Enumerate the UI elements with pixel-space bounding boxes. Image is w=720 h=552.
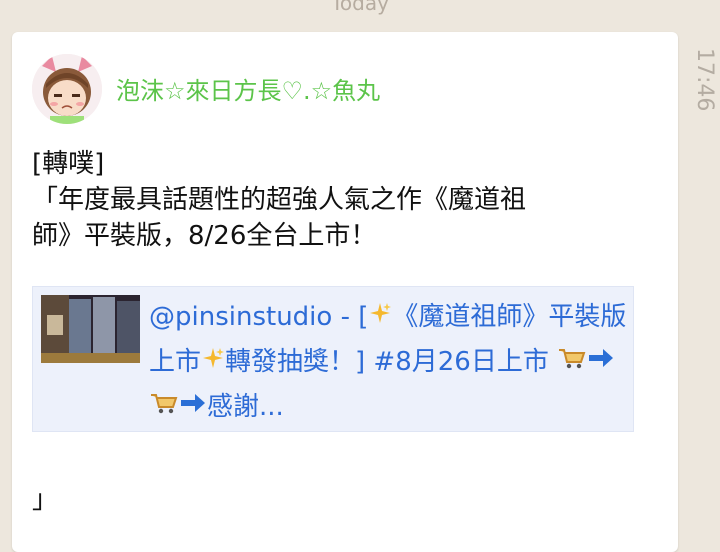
link-more[interactable]: 感謝... xyxy=(207,392,284,422)
avatar[interactable] xyxy=(32,54,102,124)
link-subtitle[interactable]: 轉發抽獎！] #8月26日上市 xyxy=(225,347,557,377)
closing-quote: 」 xyxy=(32,485,59,515)
shopping-cart-icon xyxy=(149,385,179,430)
shopping-cart-icon xyxy=(557,340,587,385)
link-thumbnail xyxy=(41,295,140,363)
timestamp-text: 17:46 xyxy=(692,48,717,112)
sparkles-icon xyxy=(368,295,392,340)
sparkles-icon xyxy=(201,340,225,385)
right-arrow-icon xyxy=(179,385,207,430)
link-preview-text[interactable]: @pinsinstudio - [《魔道祖師》平裝版上市 轉發抽獎！] #8月26… xyxy=(149,295,629,430)
timestamp: 17:46 xyxy=(690,48,720,118)
repost-tag: [轉噗] xyxy=(32,149,105,179)
avatar-image xyxy=(32,54,102,124)
link-preview-card[interactable]: @pinsinstudio - [《魔道祖師》平裝版上市 轉發抽獎！] #8月26… xyxy=(32,286,634,432)
message-text: [轉噗] 「年度最具話題性的超強人氣之作《魔道祖 師》平裝版，8/26全台上市！ xyxy=(32,146,662,254)
message-line-2: 師》平裝版，8/26全台上市！ xyxy=(32,221,377,251)
right-arrow-icon xyxy=(587,340,615,385)
date-separator: Today xyxy=(331,0,389,15)
message-bubble[interactable]: 泡沫☆來日方長♡.☆魚丸 [轉噗] 「年度最具話題性的超強人氣之作《魔道祖 師》… xyxy=(12,32,678,552)
link-handle[interactable]: @pinsinstudio - [ xyxy=(149,302,368,332)
sender-name[interactable]: 泡沫☆來日方長♡.☆魚丸 xyxy=(116,76,380,106)
message-line-1: 「年度最具話題性的超強人氣之作《魔道祖 xyxy=(32,185,527,215)
